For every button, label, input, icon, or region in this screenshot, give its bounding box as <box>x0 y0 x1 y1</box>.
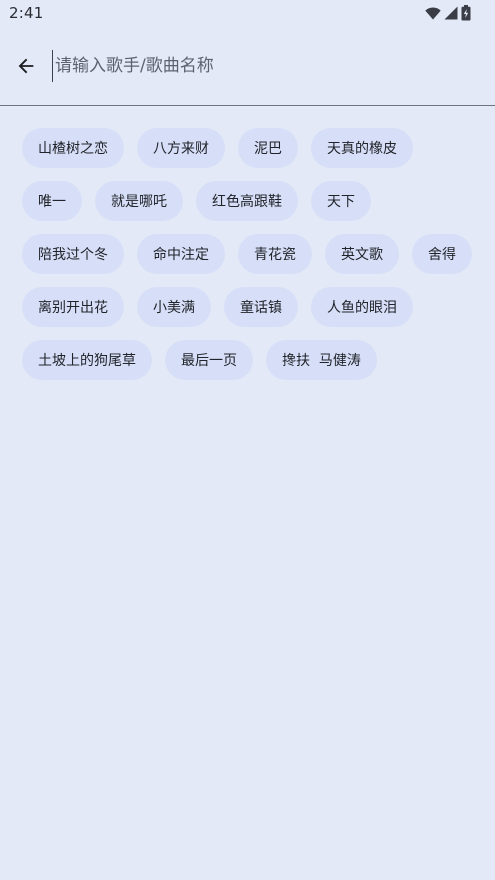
search-input[interactable] <box>52 50 472 82</box>
arrow-back-icon <box>18 58 34 74</box>
suggestion-chip[interactable]: 童话镇 <box>224 287 298 327</box>
suggestion-chip[interactable]: 离别开出花 <box>22 287 124 327</box>
suggestion-chip[interactable]: 最后一页 <box>165 340 253 380</box>
suggestion-chip[interactable]: 泥巴 <box>238 128 298 168</box>
suggestion-chip[interactable]: 人鱼的眼泪 <box>311 287 413 327</box>
suggestion-chip[interactable]: 土坡上的狗尾草 <box>22 340 152 380</box>
suggestion-chip[interactable]: 青花瓷 <box>238 234 312 274</box>
search-bar <box>0 28 495 106</box>
back-button[interactable] <box>10 50 42 82</box>
suggestion-chips: 山楂树之恋 八方来财 泥巴 天真的橡皮唯一 就是哪吒 红色高跟鞋 天下陪我过个冬 命中注定 青花… <box>22 128 482 380</box>
suggestion-chip[interactable]: 山楂树之恋 <box>22 128 124 168</box>
suggestion-chip[interactable]: 命中注定 <box>137 234 225 274</box>
suggestion-chip[interactable]: 八方来财 <box>137 128 225 168</box>
suggestion-chip[interactable]: 搀扶 马健涛 <box>266 340 377 380</box>
suggestion-chip[interactable]: 红色高跟鞋 <box>196 181 298 221</box>
battery-charging-icon <box>461 5 471 21</box>
signal-icon <box>444 6 458 20</box>
status-icons <box>425 5 471 21</box>
wifi-icon <box>425 6 441 19</box>
suggestion-chip[interactable]: 天真的橡皮 <box>311 128 413 168</box>
suggestion-chip[interactable]: 小美满 <box>137 287 211 327</box>
suggestion-chip[interactable]: 唯一 <box>22 181 82 221</box>
suggestion-chip[interactable]: 英文歌 <box>325 234 399 274</box>
status-bar: 2:41 <box>0 0 495 28</box>
suggestion-chip[interactable]: 陪我过个冬 <box>22 234 124 274</box>
suggestion-chip[interactable]: 舍得 <box>412 234 472 274</box>
suggestion-chip[interactable]: 就是哪吒 <box>95 181 183 221</box>
status-time: 2:41 <box>9 4 44 22</box>
suggestion-chip[interactable]: 天下 <box>311 181 371 221</box>
